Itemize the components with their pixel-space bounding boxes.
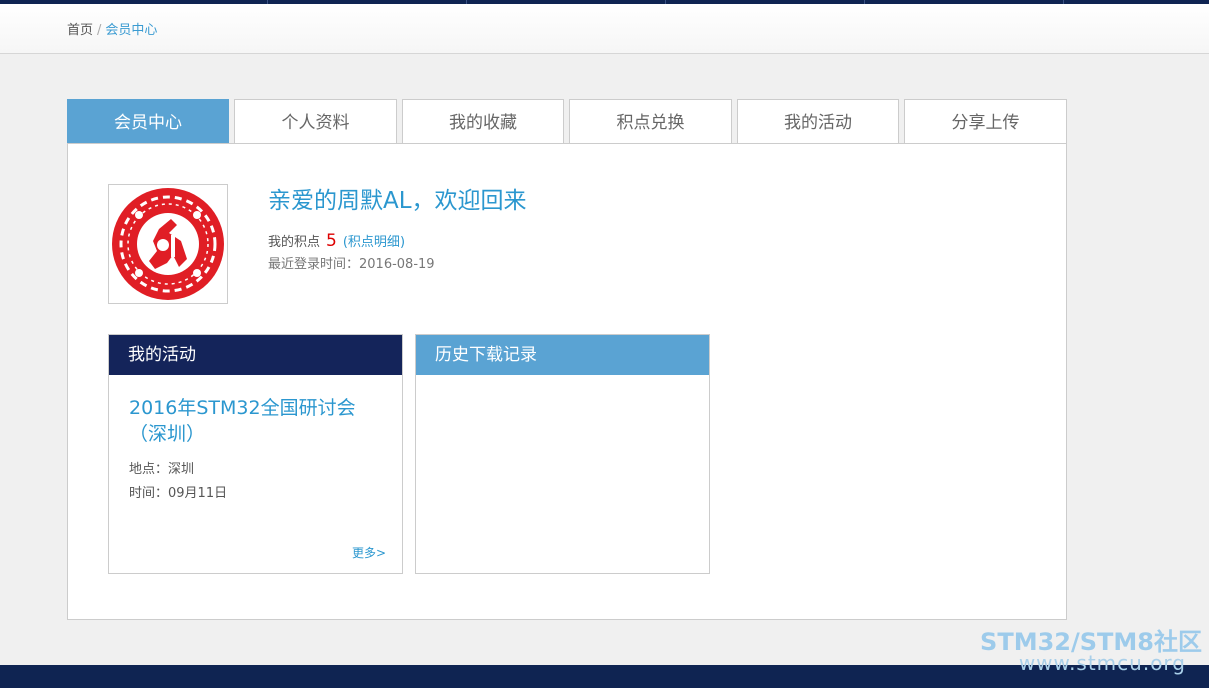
points-value: 5 (326, 231, 337, 251)
tab-share-upload[interactable]: 分享上传 (904, 99, 1067, 144)
tab-my-activities[interactable]: 我的活动 (737, 99, 899, 144)
points-label: 我的积点 (268, 235, 321, 250)
points-detail-link[interactable]: 积点明细 (348, 235, 400, 250)
points-detail-paren-close: ) (399, 235, 406, 250)
my-activities-box: 我的活动 2016年STM32全国研讨会（深圳） 地点：深圳 时间：09月11日… (108, 334, 403, 574)
member-tabs: 会员中心 个人资料 我的收藏 积点兑换 我的活动 分享上传 (67, 99, 1067, 144)
breadcrumb-current: 会员中心 (105, 23, 158, 38)
breadcrumb-home-link[interactable]: 首页 (67, 23, 93, 38)
event-title-link[interactable]: 2016年STM32全国研讨会（深圳） (129, 395, 389, 447)
avatar (108, 184, 228, 304)
breadcrumb-bar: 首页 / 会员中心 (0, 4, 1209, 54)
more-activities-link[interactable]: 更多> (352, 544, 386, 561)
breadcrumb-separator: / (97, 23, 102, 38)
last-login-time: 最近登录时间：2016-08-19 (268, 257, 435, 272)
points-row: 我的积点 5 (积点明细) (268, 230, 405, 254)
watermark-url: www.stmcu.org (1018, 651, 1186, 675)
my-activities-title: 我的活动 (109, 335, 402, 375)
event-time: 时间：09月11日 (129, 486, 228, 501)
download-history-box: 历史下载记录 (415, 334, 710, 574)
download-history-title: 历史下载记录 (416, 335, 709, 375)
welcome-message: 亲爱的周默AL，欢迎回来 (268, 188, 527, 214)
tab-profile[interactable]: 个人资料 (234, 99, 397, 144)
member-panel: 亲爱的周默AL，欢迎回来 我的积点 5 (积点明细) 最近登录时间：2016-08-… (67, 143, 1067, 620)
breadcrumb: 首页 / 会员中心 (67, 22, 157, 40)
tab-points-exchange[interactable]: 积点兑换 (569, 99, 732, 144)
tab-member-center[interactable]: 会员中心 (67, 99, 229, 144)
red-seal-avatar-icon (112, 188, 224, 300)
site-watermark: STM32/STM8社区 www.stmcu.org (972, 628, 1206, 674)
event-location: 地点：深圳 (129, 462, 195, 477)
tab-favorites[interactable]: 我的收藏 (402, 99, 564, 144)
